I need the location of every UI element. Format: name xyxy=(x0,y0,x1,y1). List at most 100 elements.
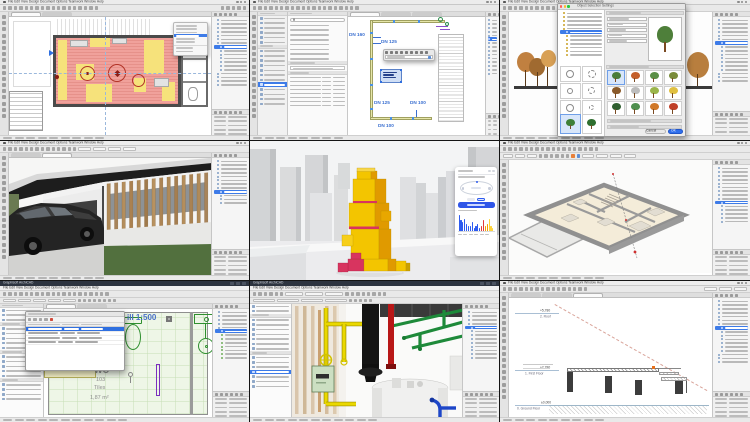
parameter-fields[interactable] xyxy=(607,17,647,45)
toolbar-right-buttons[interactable] xyxy=(221,6,246,9)
zoom-icon[interactable] xyxy=(567,5,569,7)
tool-strip[interactable] xyxy=(500,12,509,135)
palette-icon[interactable] xyxy=(39,318,42,321)
preview-thumbs[interactable] xyxy=(560,114,602,134)
tree-item[interactable] xyxy=(215,356,247,360)
tree-item[interactable] xyxy=(715,220,748,224)
toolbar-buttons[interactable] xyxy=(3,6,98,9)
mep-3d-viewport[interactable] xyxy=(292,304,463,417)
thumb[interactable] xyxy=(582,114,603,134)
navigator-tree[interactable] xyxy=(713,17,750,85)
tree-item[interactable] xyxy=(214,201,247,205)
navigator-tree[interactable] xyxy=(713,165,750,225)
highlighted-zone-room[interactable] xyxy=(53,35,181,107)
menu-items[interactable]: File Edit View Design Document Options T… xyxy=(508,281,604,285)
section-header[interactable] xyxy=(606,65,684,69)
context-menu[interactable] xyxy=(173,22,208,56)
small-icons[interactable] xyxy=(349,299,372,302)
toolbar-chips[interactable] xyxy=(78,147,136,151)
toolbar-buttons[interactable] xyxy=(3,292,109,295)
3d-viewport[interactable] xyxy=(9,158,212,276)
tool-strip[interactable] xyxy=(500,160,509,275)
toggle-option-active[interactable] xyxy=(477,198,485,201)
toggle-option[interactable] xyxy=(467,198,475,201)
close-icon[interactable] xyxy=(560,5,562,7)
pen-color-icon[interactable] xyxy=(571,154,574,157)
primary-action-button[interactable] xyxy=(458,202,495,208)
navigator-tree[interactable] xyxy=(713,298,750,366)
tool-item[interactable] xyxy=(258,102,287,107)
tree-item[interactable] xyxy=(715,360,748,364)
palette-icon[interactable] xyxy=(44,318,47,321)
navigator-tree[interactable] xyxy=(486,17,499,77)
tool-strip[interactable] xyxy=(0,12,9,135)
axo-viewport[interactable] xyxy=(509,160,712,273)
infobox-chips[interactable] xyxy=(503,154,537,158)
navigator-tree[interactable] xyxy=(212,17,249,88)
report-palette[interactable] xyxy=(25,311,125,371)
more-icon[interactable] xyxy=(488,170,490,172)
edit-toolbar-icons[interactable] xyxy=(385,51,433,54)
object-thumb-selected[interactable] xyxy=(607,70,625,85)
tool-strip[interactable] xyxy=(0,153,9,275)
tree-item[interactable] xyxy=(214,83,247,87)
toolbar-chips[interactable] xyxy=(285,292,343,296)
plan-canvas[interactable] xyxy=(9,17,211,135)
toolbar-buttons[interactable] xyxy=(503,287,587,290)
object-settings-dialog[interactable]: Object Selection Settings xyxy=(557,3,686,137)
list-field[interactable] xyxy=(290,66,345,70)
thumb-selected[interactable] xyxy=(560,114,581,134)
window-buttons[interactable] xyxy=(230,282,246,285)
fill-color-icon[interactable] xyxy=(577,154,580,157)
dropdown-fields[interactable] xyxy=(253,299,347,303)
marker-flag-icon[interactable] xyxy=(49,50,54,56)
palette-icon[interactable] xyxy=(33,318,36,321)
tree-item[interactable] xyxy=(465,356,497,360)
mep-canvas[interactable]: DN 160 DN 125 DN 125 DN 100 DN 100 xyxy=(348,12,485,135)
cancel-button[interactable]: Cancel xyxy=(645,129,666,134)
section-header[interactable] xyxy=(606,11,684,15)
toolbar-chips[interactable] xyxy=(704,287,747,291)
object-thumbnail-grid[interactable] xyxy=(607,70,682,116)
pipe-run-top[interactable] xyxy=(370,20,445,23)
toolbar-buttons[interactable] xyxy=(253,6,359,9)
section-header[interactable] xyxy=(607,119,682,123)
tool-item[interactable] xyxy=(250,384,291,389)
pipe-run-bottom[interactable] xyxy=(370,117,432,120)
report-row[interactable] xyxy=(26,341,124,346)
menu-items[interactable]: File Edit View Design Document Options T… xyxy=(258,0,354,4)
search-input[interactable] xyxy=(290,18,345,22)
menu-items[interactable]: File Edit View Design Document Options T… xyxy=(508,141,604,145)
menu-items[interactable]: File Edit View Design Document Options T… xyxy=(8,0,104,4)
mep-toolbox[interactable] xyxy=(258,12,288,135)
infobox-fields[interactable] xyxy=(582,154,636,158)
navigator-tree[interactable] xyxy=(213,309,249,361)
edit-input[interactable] xyxy=(385,55,433,59)
tool-item[interactable] xyxy=(0,397,43,402)
delete-icon[interactable] xyxy=(50,318,53,321)
minimize-icon[interactable] xyxy=(564,5,566,7)
close-icon[interactable] xyxy=(492,170,494,172)
tree-item[interactable] xyxy=(488,72,497,76)
ok-button[interactable]: OK xyxy=(668,129,683,134)
tool-strip[interactable] xyxy=(250,12,258,135)
orientation-dial[interactable] xyxy=(460,181,493,195)
tab-bar[interactable] xyxy=(348,12,485,17)
tab-bar[interactable] xyxy=(44,304,212,309)
symbol-preview-grid[interactable] xyxy=(560,66,602,116)
palette-icon[interactable] xyxy=(28,318,31,321)
navigator-tree[interactable] xyxy=(212,158,249,207)
menu-items[interactable]: File Edit View Design Document Options T… xyxy=(8,141,104,145)
infobox-icons[interactable] xyxy=(539,154,569,157)
toolbar-chips[interactable] xyxy=(3,299,76,303)
toolbar-buttons[interactable] xyxy=(3,147,76,150)
toolbox-panel[interactable] xyxy=(250,304,292,417)
window-buttons[interactable] xyxy=(480,282,496,285)
selected-label[interactable] xyxy=(380,69,402,83)
floating-edit-toolbar[interactable] xyxy=(383,49,435,61)
toolbar-buttons[interactable] xyxy=(503,147,598,150)
toolbar-buttons[interactable] xyxy=(253,292,283,295)
tool-strip[interactable] xyxy=(500,293,509,417)
toolbar-buttons-2[interactable] xyxy=(345,292,386,295)
navigator-tree[interactable] xyxy=(463,309,499,361)
